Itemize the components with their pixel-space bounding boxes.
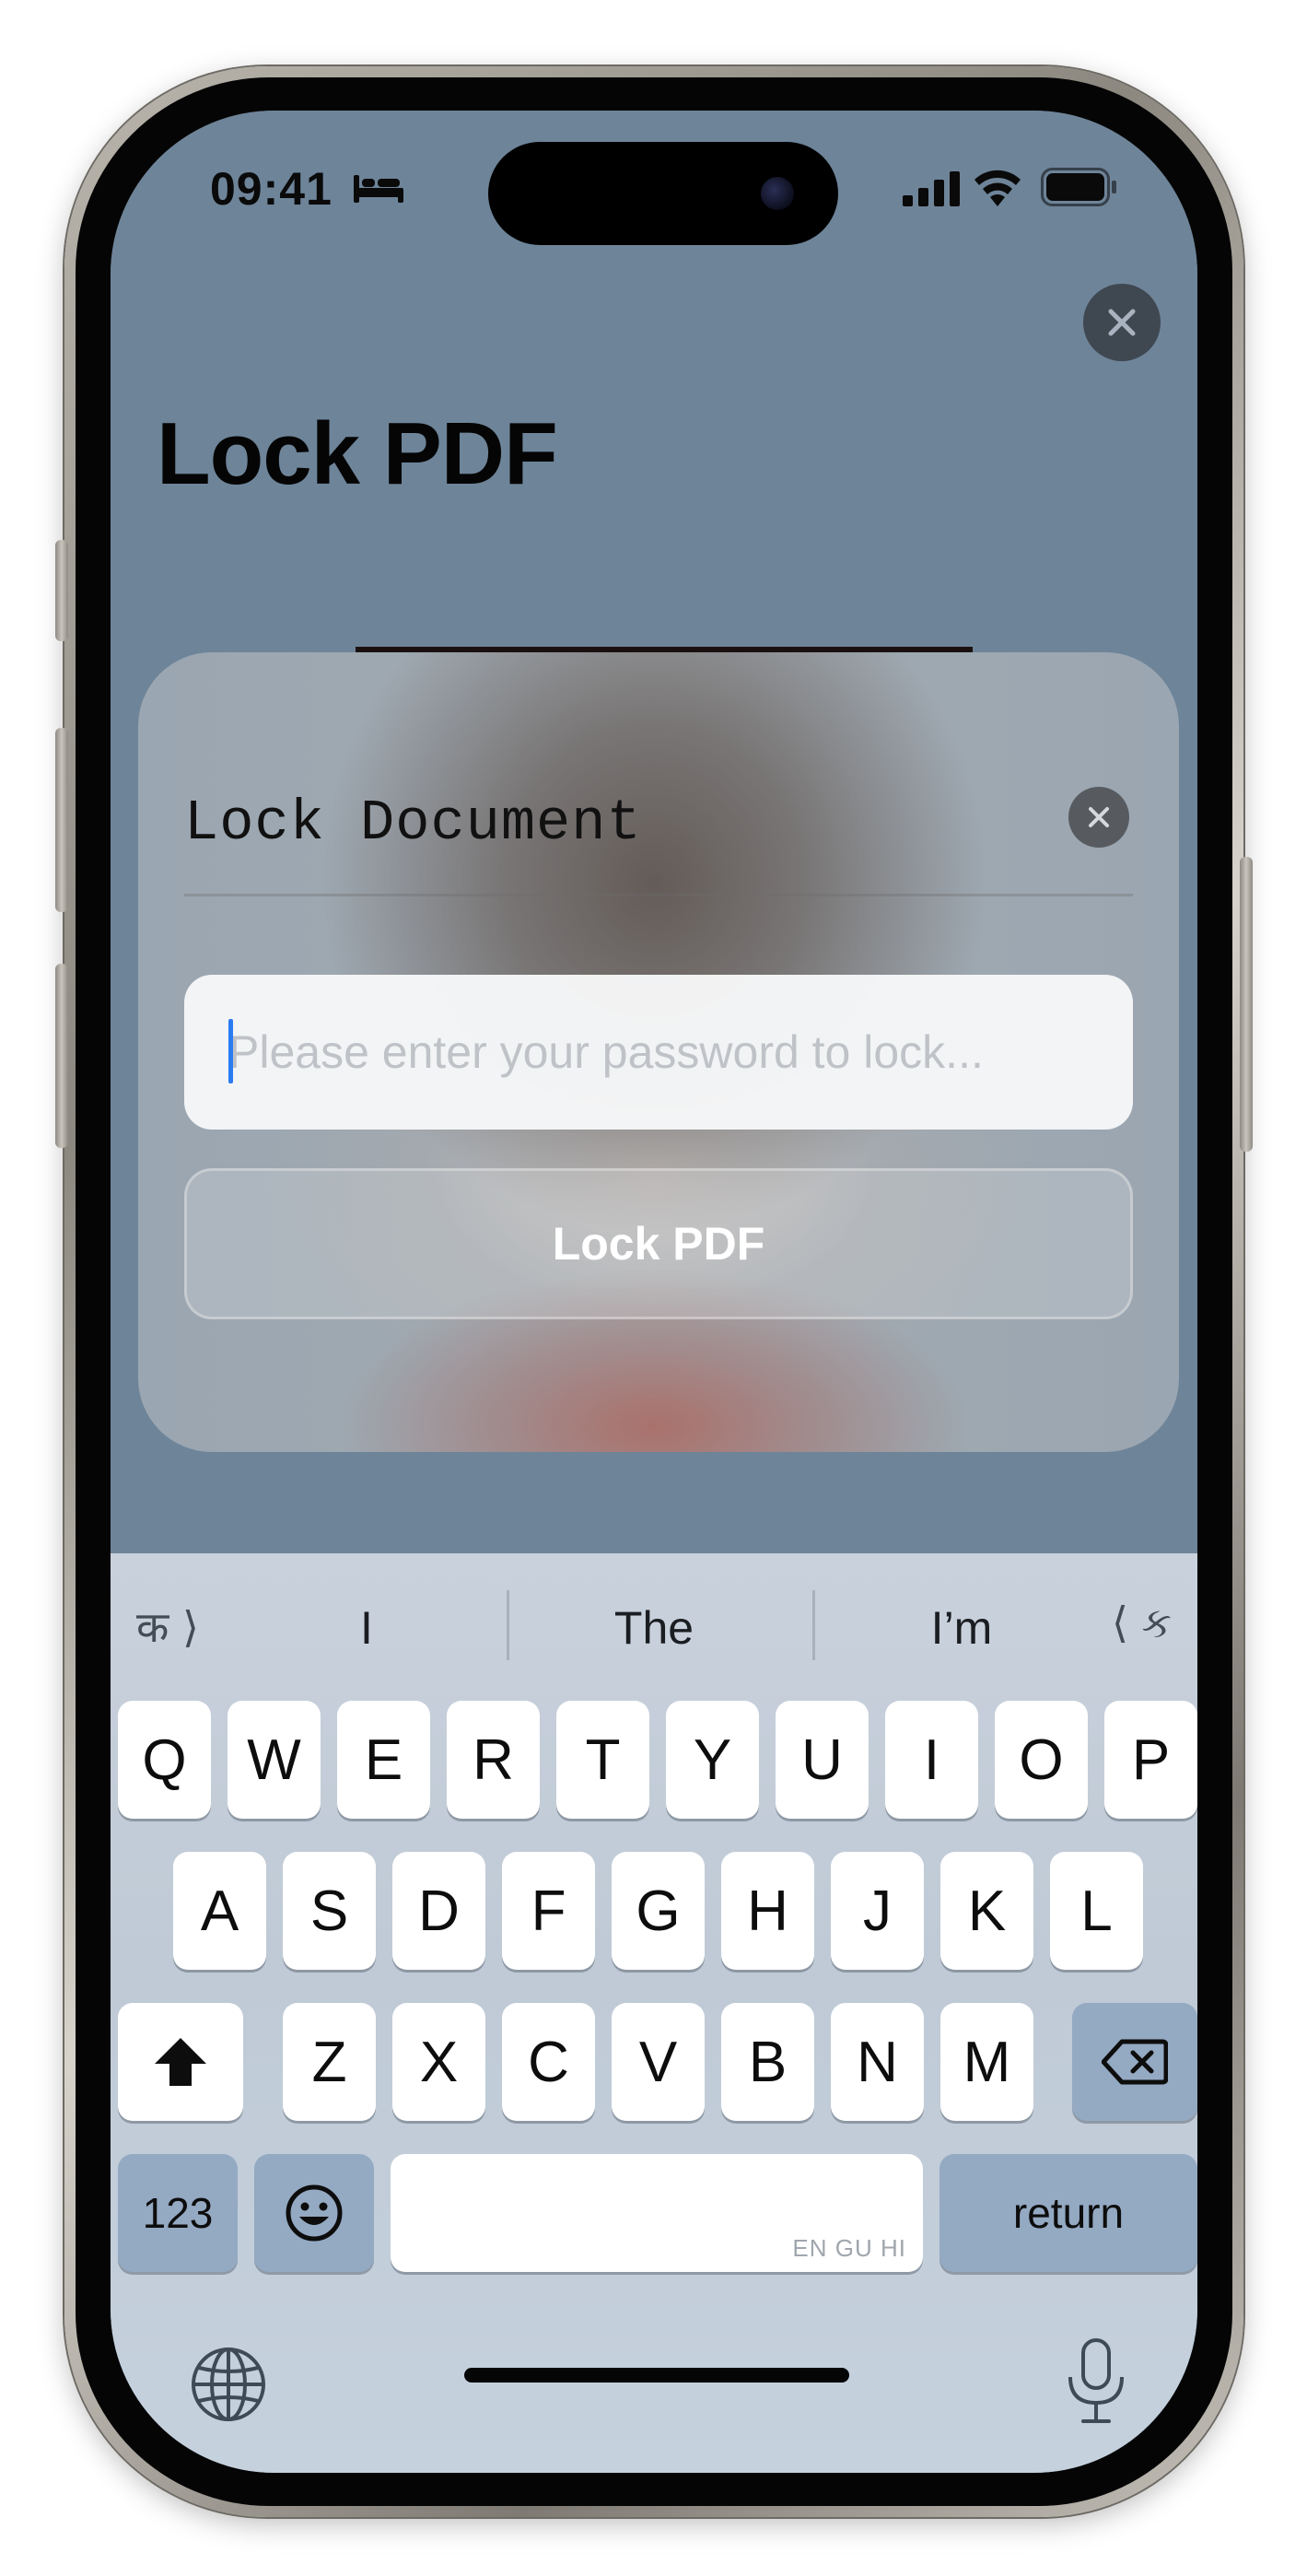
emoji-key[interactable]: [254, 2154, 374, 2272]
language-switch-right[interactable]: ⟨ ક: [1112, 1598, 1172, 1649]
key-j[interactable]: J: [831, 1852, 924, 1970]
key-d[interactable]: D: [392, 1852, 485, 1970]
signal-icon: [903, 171, 960, 206]
key-r[interactable]: R: [447, 1701, 540, 1819]
key-n[interactable]: N: [831, 2003, 924, 2121]
delete-icon: [1102, 2039, 1168, 2085]
key-l[interactable]: L: [1050, 1852, 1143, 1970]
language-switch-left[interactable]: क ⟩: [136, 1598, 199, 1655]
page-title: Lock PDF: [157, 404, 558, 503]
power-button: [1240, 857, 1253, 1152]
key-c[interactable]: C: [502, 2003, 595, 2121]
volume-down-button: [55, 964, 68, 1148]
key-b[interactable]: B: [721, 2003, 814, 2121]
key-x[interactable]: X: [392, 2003, 485, 2121]
key-i[interactable]: I: [885, 1701, 978, 1819]
modal-title: Lock Document: [184, 790, 642, 856]
key-k[interactable]: K: [940, 1852, 1033, 1970]
key-o[interactable]: O: [995, 1701, 1088, 1819]
close-icon: [1089, 807, 1109, 827]
key-u[interactable]: U: [776, 1701, 869, 1819]
lock-document-modal: Lock Document Lock PDF: [138, 652, 1179, 1452]
password-input[interactable]: [184, 975, 1133, 1130]
camera-lens: [761, 177, 794, 210]
numbers-key[interactable]: 123: [118, 2154, 238, 2272]
key-e[interactable]: E: [337, 1701, 430, 1819]
dismiss-sheet-button[interactable]: [1083, 284, 1161, 361]
home-indicator[interactable]: [464, 2368, 849, 2383]
screen: 09:41 Lock PDF Lock Document Lock PDF क …: [111, 111, 1197, 2473]
key-t[interactable]: T: [556, 1701, 649, 1819]
key-y[interactable]: Y: [666, 1701, 759, 1819]
key-m[interactable]: M: [940, 2003, 1033, 2121]
password-field: [184, 975, 1133, 1130]
key-w[interactable]: W: [228, 1701, 321, 1819]
key-z[interactable]: Z: [283, 2003, 376, 2121]
key-h[interactable]: H: [721, 1852, 814, 1970]
key-q[interactable]: Q: [118, 1701, 211, 1819]
lock-pdf-button[interactable]: Lock PDF: [184, 1168, 1133, 1319]
delete-key[interactable]: [1072, 2003, 1197, 2121]
suggestion-item[interactable]: I: [247, 1601, 486, 1655]
space-bar[interactable]: EN GU HI: [391, 2154, 923, 2272]
key-a[interactable]: A: [173, 1852, 266, 1970]
shift-icon: [155, 2038, 206, 2086]
suggestion-item[interactable]: I’m: [842, 1601, 1081, 1655]
key-v[interactable]: V: [612, 2003, 705, 2121]
suggestion-divider: [507, 1590, 509, 1660]
wifi-icon: [974, 170, 1021, 206]
space-bar-languages: EN GU HI: [792, 2234, 906, 2262]
microphone-icon[interactable]: [1063, 2336, 1129, 2425]
bed-icon: [354, 175, 403, 203]
close-icon: [1108, 309, 1136, 336]
suggestion-bar: क ⟩ I The I’m ⟨ ક: [111, 1553, 1197, 1692]
status-time: 09:41: [210, 163, 333, 215]
modal-close-button[interactable]: [1068, 787, 1129, 848]
key-p[interactable]: P: [1104, 1701, 1197, 1819]
emoji-icon: [286, 2184, 343, 2242]
status-bar: 09:41: [111, 111, 1197, 267]
suggestion-divider: [812, 1590, 815, 1660]
key-g[interactable]: G: [612, 1852, 705, 1970]
return-key[interactable]: return: [939, 2154, 1197, 2272]
battery-icon: [1041, 168, 1116, 206]
key-f[interactable]: F: [502, 1852, 595, 1970]
key-s[interactable]: S: [283, 1852, 376, 1970]
dynamic-island: [488, 142, 838, 245]
suggestion-item[interactable]: The: [534, 1601, 774, 1655]
action-button: [55, 540, 68, 641]
volume-up-button: [55, 728, 68, 912]
modal-divider: [184, 894, 1133, 896]
text-caret: [228, 1019, 233, 1083]
globe-icon[interactable]: [190, 2346, 267, 2423]
keyboard: क ⟩ I The I’m ⟨ ક Q W E R T Y U I O P A …: [111, 1553, 1197, 2473]
shift-key[interactable]: [118, 2003, 243, 2121]
